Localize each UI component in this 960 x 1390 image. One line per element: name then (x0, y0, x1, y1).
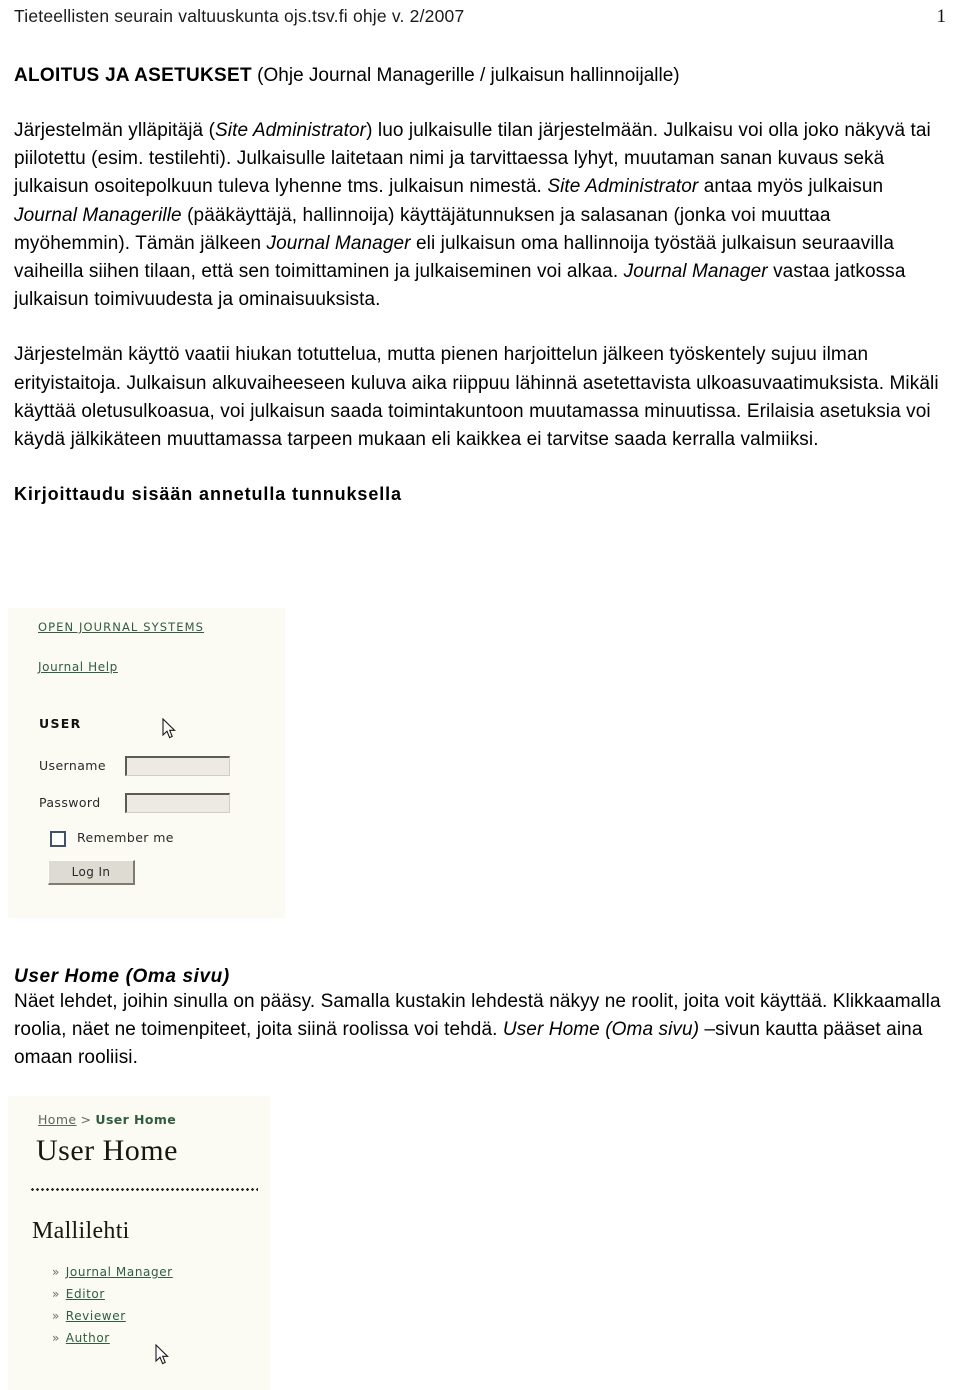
password-field-row: Password (39, 793, 230, 813)
remember-me-label: Remember me (77, 830, 174, 845)
password-label: Password (39, 794, 101, 810)
role-link-reviewer[interactable]: Reviewer (66, 1306, 126, 1327)
par1-i2: Site Administrator (547, 176, 699, 198)
subheading-login: Kirjoittaudu sisään annetulla tunnuksell… (14, 484, 402, 505)
role-link-editor[interactable]: Editor (66, 1284, 105, 1305)
list-item[interactable]: » Editor (52, 1283, 173, 1305)
mouse-cursor-icon (155, 1344, 169, 1365)
breadcrumb: Home > User Home (38, 1112, 176, 1127)
page-running-header: Tieteellisten seurain valtuuskunta ojs.t… (14, 6, 946, 32)
remember-me-row[interactable]: Remember me (50, 830, 174, 847)
remember-me-checkbox[interactable] (50, 830, 66, 847)
user-home-heading: User Home (Oma sivu) (14, 966, 230, 987)
breadcrumb-home-link[interactable]: Home (38, 1112, 77, 1127)
page-title-rest: (Ohje Journal Managerille / julkaisun ha… (251, 65, 680, 86)
password-input[interactable] (125, 793, 230, 813)
bullet-icon: » (52, 1287, 60, 1301)
par1-i5: Journal Manager (623, 261, 768, 283)
list-item[interactable]: » Reviewer (52, 1305, 173, 1327)
bullet-icon: » (52, 1309, 60, 1323)
par1-i1: Site Administrator (215, 120, 367, 141)
username-input[interactable] (125, 756, 230, 776)
par1-s3: antaa myös julkaisun (698, 176, 884, 198)
username-label: Username (39, 757, 106, 773)
user-home-body: Näet lehdet, joihin sinulla on pääsy. Sa… (14, 988, 946, 1073)
par1-i3: Journal Managerille (14, 204, 182, 226)
page-number: 1 (936, 6, 947, 27)
bullet-icon: » (52, 1331, 60, 1345)
open-journal-systems-link[interactable]: OPEN JOURNAL SYSTEMS (38, 620, 204, 634)
breadcrumb-separator: > (80, 1112, 92, 1127)
page-title-strong: ALOITUS JA ASETUKSET (14, 65, 252, 86)
list-item[interactable]: » Journal Manager (52, 1261, 173, 1283)
page-title: ALOITUS JA ASETUKSET (Ohje Journal Manag… (14, 62, 946, 90)
mouse-cursor-icon (162, 718, 176, 739)
screenshot-ojs-user-home: Home > User Home User Home Mallilehti » Jou… (8, 1096, 270, 1390)
uh-i1: User Home (Oma sivu) (502, 1019, 700, 1041)
username-field-row: Username (39, 756, 230, 776)
journal-help-link[interactable]: Journal Help (38, 660, 118, 674)
document-content: ALOITUS JA ASETUKSET (Ohje Journal Manag… (14, 62, 946, 505)
journal-name-heading: Mallilehti (32, 1218, 130, 1244)
paragraph-usage: Järjestelmän käyttö vaatii hiukan totutt… (14, 344, 939, 451)
role-link-journal-manager[interactable]: Journal Manager (66, 1262, 173, 1283)
bullet-icon: » (52, 1265, 60, 1279)
user-block-title: USER (39, 716, 82, 731)
section-user-home-text: User Home (Oma sivu) Näet lehdet, joihin… (14, 966, 946, 1073)
par1-s1: Järjestelmän ylläpitäjä ( (14, 120, 216, 141)
paragraph-intro: Järjestelmän ylläpitäjä (Site Administra… (14, 117, 946, 314)
user-home-page-title: User Home (36, 1134, 178, 1167)
role-list: » Journal Manager » Editor » Reviewer » Auth… (52, 1261, 173, 1349)
log-in-button[interactable]: Log In (48, 860, 135, 885)
par1-i4: Journal Manager (266, 232, 411, 254)
breadcrumb-current: User Home (95, 1112, 177, 1127)
running-header-text: Tieteellisten seurain valtuuskunta ojs.t… (14, 6, 465, 26)
role-link-author[interactable]: Author (66, 1328, 110, 1349)
screenshot-ojs-login: OPEN JOURNAL SYSTEMS Journal Help USER U… (8, 608, 285, 918)
dotted-divider (30, 1188, 258, 1191)
